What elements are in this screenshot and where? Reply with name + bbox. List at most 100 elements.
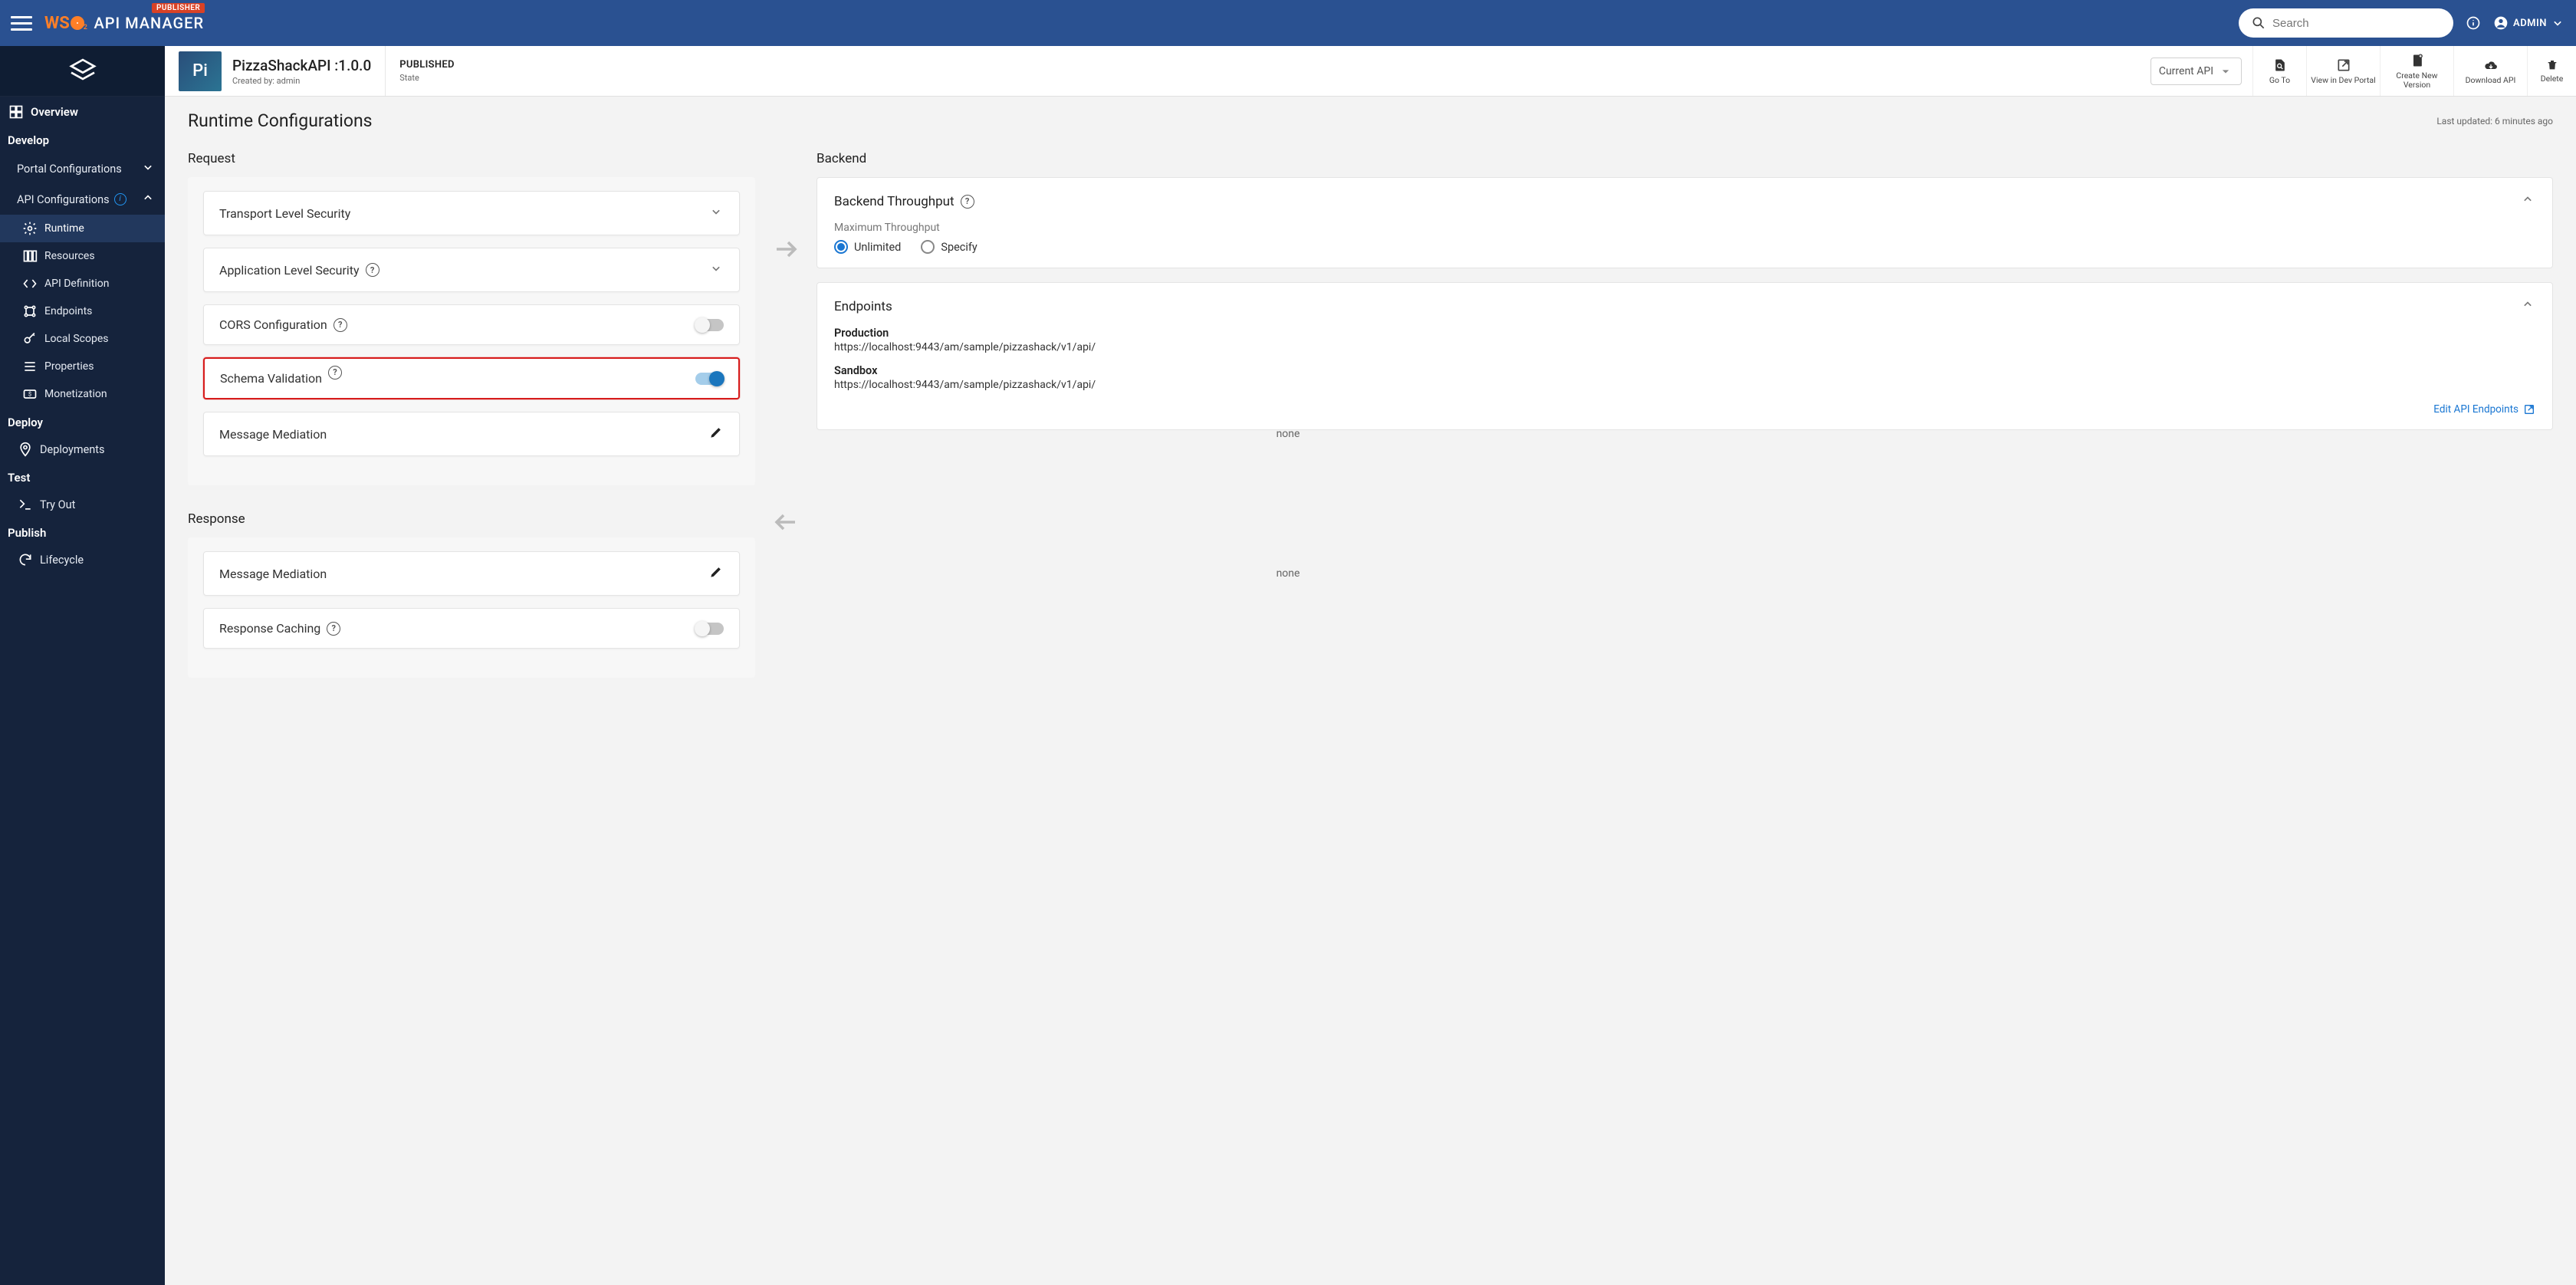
help-icon[interactable]: ? [327, 622, 340, 636]
chevron-up-icon [2520, 192, 2535, 207]
endpoints-title: Endpoints [834, 299, 892, 314]
terminal-icon [18, 497, 33, 512]
flow-arrow-right [755, 151, 816, 263]
sidebar-item-monetization[interactable]: $ Monetization [0, 380, 165, 408]
refresh-icon [18, 552, 33, 567]
max-throughput-label: Maximum Throughput [834, 222, 2535, 234]
goto-label: Go To [2269, 76, 2290, 85]
throughput-specify-radio[interactable]: Specify [921, 240, 977, 254]
create-version-label: Create New Version [2382, 71, 2452, 89]
download-label: Download API [2466, 76, 2516, 85]
create-version-button[interactable]: Create New Version [2380, 46, 2453, 96]
edit-endpoints-link[interactable]: Edit API Endpoints [834, 403, 2535, 416]
menu-toggle-button[interactable] [11, 12, 32, 34]
sidebar-item-tryout[interactable]: Try Out [0, 491, 165, 518]
sidebar-item-endpoints[interactable]: Endpoints [0, 297, 165, 325]
main-content: Pi PizzaShackAPI :1.0.0 Created by: admi… [165, 46, 2576, 1285]
cloud-download-icon [2483, 58, 2499, 73]
chevron-down-icon [140, 159, 156, 175]
sidebar-section-develop: Develop [0, 126, 165, 153]
current-api-dropdown[interactable]: Current API [2150, 58, 2242, 85]
logo-sub: 2 [84, 24, 88, 31]
search-icon [2251, 15, 2266, 31]
api-state-value: PUBLISHED [399, 59, 2126, 71]
schema-validation-toggle[interactable] [695, 373, 723, 385]
help-icon[interactable]: ? [366, 263, 380, 277]
edit-response-mediation-button[interactable] [708, 564, 724, 583]
svg-text:$: $ [28, 391, 31, 398]
publish-label: Publish [8, 526, 46, 540]
help-button[interactable] [2458, 8, 2489, 38]
response-mediation-value: none [1276, 567, 1300, 580]
top-bar: PUBLISHER WS 2 API MANAGER ADMIN [0, 0, 2576, 46]
global-search[interactable] [2239, 8, 2453, 38]
request-panel: Transport Level Security Application Lev… [188, 177, 755, 485]
application-security-card[interactable]: Application Level Security ? [203, 248, 740, 292]
open-external-icon [2336, 58, 2351, 73]
api-header: Pi PizzaShackAPI :1.0.0 Created by: admi… [165, 46, 2576, 97]
cors-label: CORS Configuration [219, 317, 327, 332]
transport-security-card[interactable]: Transport Level Security [203, 191, 740, 235]
transport-security-label: Transport Level Security [219, 206, 350, 221]
develop-label: Develop [8, 133, 49, 147]
schema-validation-label: Schema Validation [220, 371, 322, 386]
production-url: https://localhost:9443/am/sample/pizzash… [834, 341, 2535, 353]
sidebar-item-local-scopes[interactable]: Local Scopes [0, 325, 165, 353]
runtime-label: Runtime [44, 222, 84, 235]
response-caching-toggle[interactable] [696, 623, 724, 635]
goto-button[interactable]: Go To [2252, 46, 2306, 96]
arrow-left-icon [772, 508, 800, 536]
api-stack-icon[interactable] [0, 46, 165, 97]
deploy-label: Deploy [8, 416, 43, 429]
sidebar-item-portal-configs[interactable]: Portal Configurations [0, 153, 165, 184]
collapse-button[interactable] [2520, 192, 2535, 211]
request-mediation-card: Message Mediation none [203, 412, 740, 456]
help-icon[interactable]: ? [334, 318, 347, 332]
flow-arrow-left [755, 508, 816, 536]
schema-validation-card: Schema Validation ? [203, 357, 740, 399]
endpoints-card: Endpoints Production https://localhost:9… [816, 282, 2553, 430]
logo-ws: WS [44, 14, 70, 33]
collapse-button[interactable] [2520, 297, 2535, 316]
response-caching-label: Response Caching [219, 621, 320, 636]
view-dev-portal-button[interactable]: View in Dev Portal [2306, 46, 2380, 96]
portal-configs-label: Portal Configurations [17, 163, 122, 176]
cors-toggle[interactable] [696, 319, 724, 331]
sidebar-item-deployments[interactable]: Deployments [0, 435, 165, 463]
application-security-label: Application Level Security [219, 263, 360, 278]
chevron-down-icon [708, 261, 724, 276]
info-icon: i [114, 193, 127, 205]
sidebar-item-api-configs[interactable]: API Configurations i [0, 184, 165, 215]
new-file-icon [2410, 53, 2425, 68]
search-input[interactable] [2272, 17, 2441, 30]
resources-label: Resources [44, 250, 95, 262]
edit-endpoints-label: Edit API Endpoints [2433, 403, 2518, 416]
sidebar-item-runtime[interactable]: Runtime [0, 215, 165, 242]
sidebar-section-publish: Publish [0, 518, 165, 546]
sidebar-item-properties[interactable]: Properties [0, 353, 165, 380]
user-menu[interactable]: ADMIN [2493, 15, 2565, 31]
sidebar-item-api-definition[interactable]: API Definition [0, 270, 165, 297]
edit-mediation-button[interactable] [708, 425, 724, 443]
help-icon[interactable]: ? [961, 195, 974, 209]
sidebar-item-overview[interactable]: Overview [0, 97, 165, 126]
stack-icon [67, 56, 98, 87]
throughput-unlimited-radio[interactable]: Unlimited [834, 240, 901, 254]
view-dev-label: View in Dev Portal [2311, 76, 2375, 85]
backend-throughput-title: Backend Throughput [834, 194, 955, 209]
unlimited-label: Unlimited [854, 241, 901, 254]
download-api-button[interactable]: Download API [2453, 46, 2527, 96]
help-icon[interactable]: ? [328, 366, 342, 380]
pencil-icon [708, 425, 724, 440]
sidebar-item-resources[interactable]: Resources [0, 242, 165, 270]
code-icon [22, 276, 38, 291]
page-title: Runtime Configurations [188, 110, 373, 131]
delete-api-button[interactable]: Delete [2527, 46, 2576, 96]
request-section-label: Request [188, 151, 755, 166]
overview-label: Overview [31, 105, 78, 119]
response-section-label: Response [188, 511, 755, 527]
app-logo[interactable]: WS 2 API MANAGER [44, 14, 204, 33]
sidebar-item-lifecycle[interactable]: Lifecycle [0, 546, 165, 573]
backend-throughput-card: Backend Throughput ? Maximum Throughput … [816, 177, 2553, 268]
api-state-label: State [399, 73, 2126, 83]
